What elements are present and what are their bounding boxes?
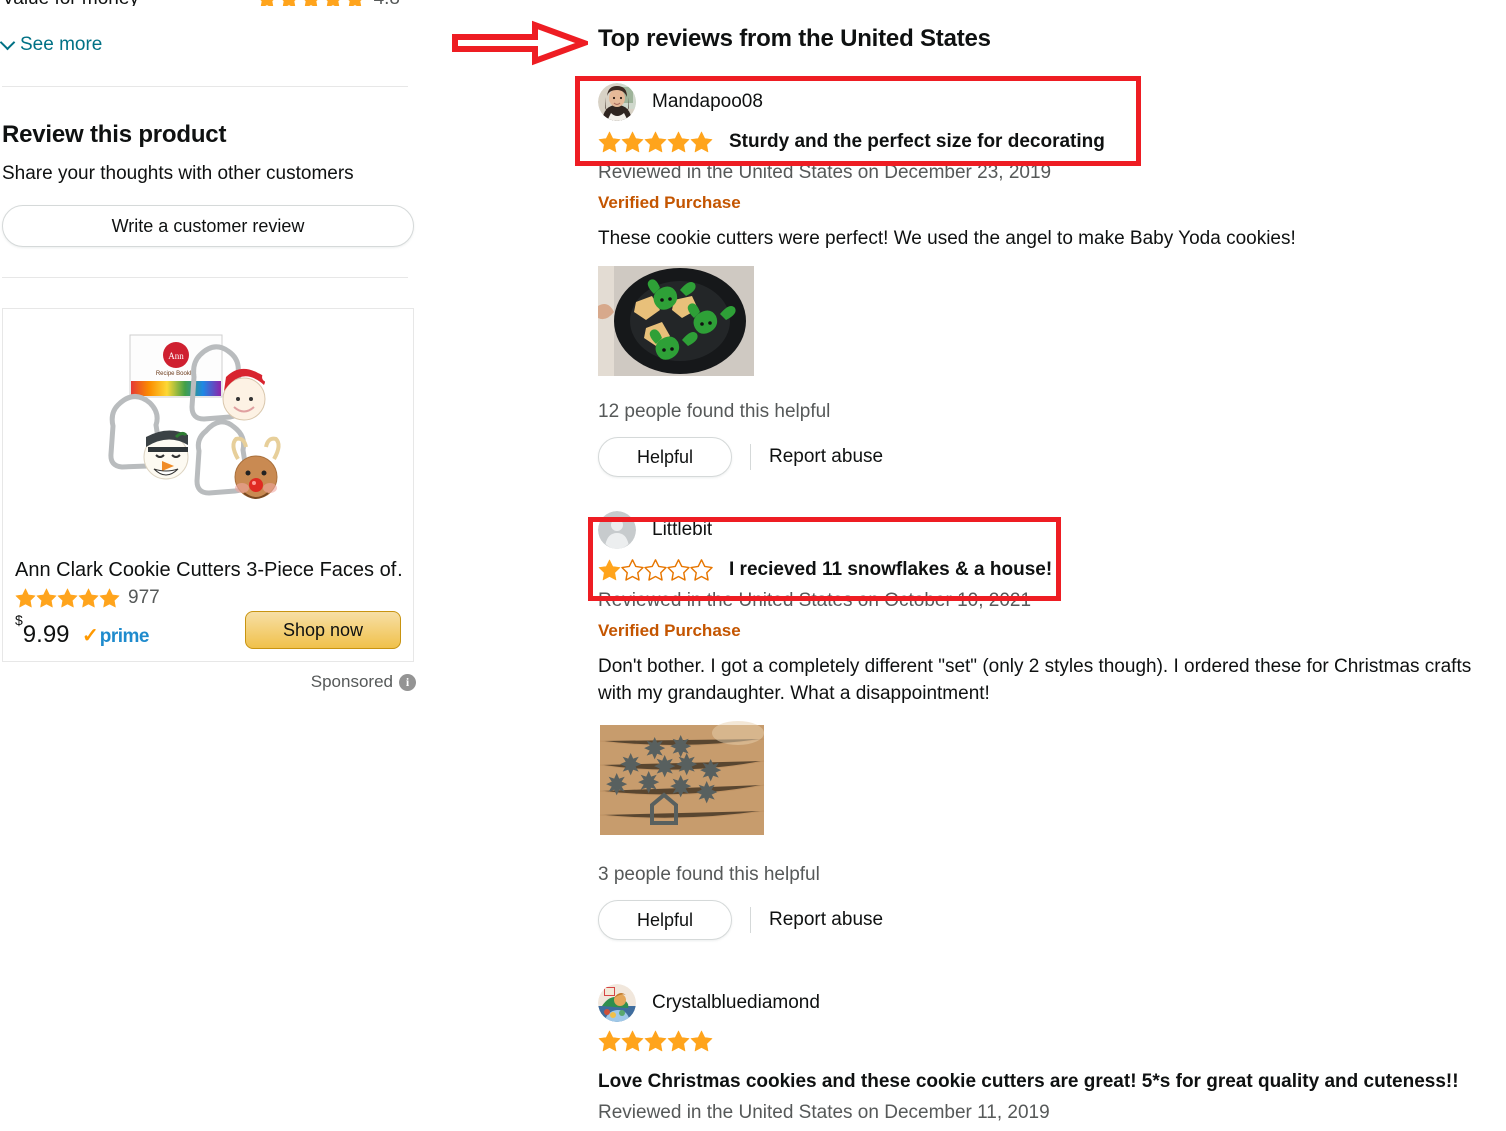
sponsored-product-price-block: $9.99 ✓ prime — [15, 612, 150, 649]
review-date: Reviewed in the United States on Decembe… — [598, 162, 1052, 183]
review-stars[interactable] — [598, 1030, 713, 1053]
reviews-column: Top reviews from the United States Manda… — [420, 0, 1506, 1131]
avatar[interactable] — [598, 984, 636, 1022]
review-date: Reviewed in the United States on October… — [598, 590, 1032, 611]
svg-text:Ann: Ann — [168, 351, 184, 361]
review-item: Littlebit I recieved 11 snowflakes & a h… — [598, 511, 1506, 940]
sponsored-product-stars — [15, 588, 120, 609]
review-photo[interactable] — [598, 266, 1506, 381]
helpful-button[interactable]: Helpful — [598, 900, 732, 940]
sponsored-product-title[interactable]: Ann Clark Cookie Cutters 3-Piece Faces o… — [15, 557, 401, 583]
value-for-money-stars — [256, 0, 366, 6]
sidebar: Value for money 4.8 See more Review this… — [0, 0, 420, 1131]
review-header: Mandapoo08 — [598, 83, 1506, 121]
value-for-money-rating: 4.8 — [256, 0, 400, 6]
review-this-product-subtitle: Share your thoughts with other customers — [2, 163, 354, 184]
sponsored-product-card[interactable]: Ann Recipe Booklet Ann Clark Cookie Cutt… — [2, 308, 414, 662]
review-stars[interactable] — [598, 131, 713, 154]
report-abuse-link[interactable]: Report abuse — [769, 446, 883, 468]
prime-label: prime — [99, 626, 150, 647]
review-item: Mandapoo08 Sturdy and the perfect size f… — [598, 83, 1506, 477]
review-page: Value for money 4.8 See more Review this… — [0, 0, 1506, 1131]
helpful-count: 12 people found this helpful — [598, 401, 831, 422]
review-title[interactable]: Love Christmas cookies and these cookie … — [598, 1069, 1459, 1095]
see-more-link[interactable]: See more — [0, 34, 410, 56]
sponsored-label: Sponsored — [310, 672, 393, 691]
helpful-button[interactable]: Helpful — [598, 437, 732, 477]
shop-now-button[interactable]: Shop now — [245, 611, 401, 649]
review-title[interactable]: I recieved 11 snowflakes & a house! — [729, 557, 1052, 583]
sponsored-product-image: Ann Recipe Booklet — [15, 323, 401, 547]
chevron-down-icon — [0, 34, 16, 51]
review-this-product-title: Review this product — [2, 121, 227, 148]
divider-1 — [2, 86, 408, 87]
prime-check-icon: ✓ — [81, 625, 99, 647]
review-body: Don't bother. I got a completely differe… — [598, 656, 1472, 704]
review-author[interactable]: Crystalbluediamond — [652, 992, 820, 1014]
review-item: Crystalbluediamond Love Christmas cookie… — [598, 984, 1506, 1124]
review-author[interactable]: Littlebit — [652, 519, 712, 541]
write-customer-review-button[interactable]: Write a customer review — [2, 205, 414, 247]
review-title[interactable]: Sturdy and the perfect size for decorati… — [729, 129, 1105, 155]
value-for-money-row: Value for money 4.8 — [0, 0, 410, 6]
review-photo[interactable] — [598, 721, 1506, 844]
value-for-money-label: Value for money — [2, 0, 139, 6]
divider-2 — [2, 277, 408, 278]
review-header: Crystalbluediamond — [598, 984, 1506, 1022]
see-more-label: See more — [20, 34, 103, 55]
sponsored-footer: Sponsored i — [2, 672, 416, 692]
verified-purchase-badge: Verified Purchase — [598, 621, 741, 640]
price-value: 9.99 — [22, 621, 70, 648]
value-for-money-score: 4.8 — [374, 0, 400, 6]
report-abuse-link[interactable]: Report abuse — [769, 909, 883, 931]
review-title-line: Love Christmas cookies and these cookie … — [598, 1030, 1506, 1095]
prime-badge: ✓ prime — [81, 625, 150, 648]
review-title-line: Sturdy and the perfect size for decorati… — [598, 129, 1506, 155]
info-icon[interactable]: i — [399, 673, 416, 691]
review-header: Littlebit — [598, 511, 1506, 549]
sponsored-product-footer: $9.99 ✓ prime Shop now — [15, 611, 401, 649]
review-actions: Helpful Report abuse — [598, 900, 1506, 940]
review-stars[interactable] — [598, 558, 713, 582]
sponsored-product-rating[interactable]: 977 — [15, 587, 401, 609]
review-date: Reviewed in the United States on Decembe… — [598, 1102, 1050, 1123]
review-body: These cookie cutters were perfect! We us… — [598, 228, 1296, 249]
verified-purchase-badge: Verified Purchase — [598, 193, 741, 212]
review-author[interactable]: Mandapoo08 — [652, 91, 763, 113]
review-actions: Helpful Report abuse — [598, 437, 1506, 477]
sponsored-product-review-count: 977 — [128, 587, 160, 608]
action-separator — [750, 444, 751, 470]
helpful-count: 3 people found this helpful — [598, 864, 820, 885]
review-title-line: I recieved 11 snowflakes & a house! — [598, 557, 1506, 583]
currency-symbol: $ — [15, 612, 23, 628]
avatar[interactable] — [598, 511, 636, 549]
action-separator — [750, 907, 751, 933]
top-reviews-heading: Top reviews from the United States — [598, 25, 991, 52]
svg-text:Recipe Booklet: Recipe Booklet — [156, 371, 197, 377]
avatar[interactable] — [598, 83, 636, 121]
sponsored-product-price: $9.99 — [15, 612, 70, 648]
